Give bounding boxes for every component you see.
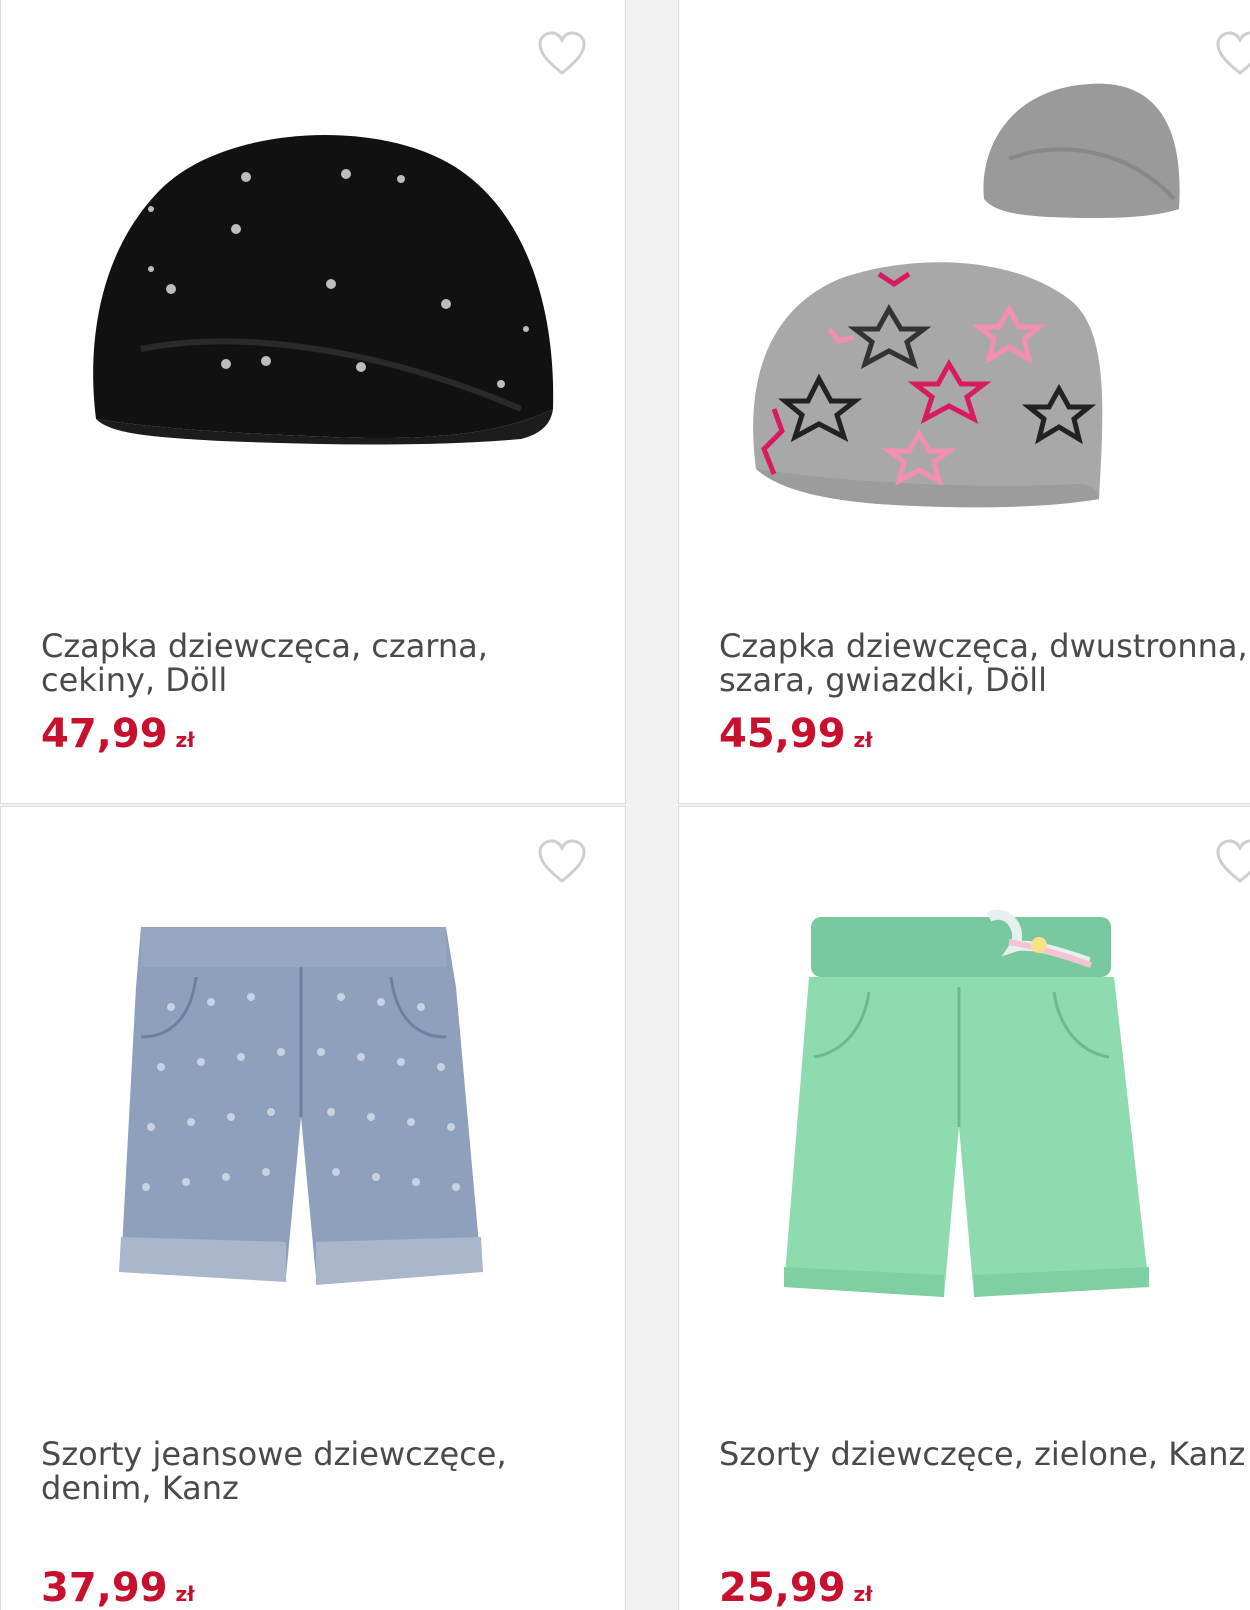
product-image[interactable]	[1, 887, 625, 1387]
price-currency: zł	[853, 728, 873, 752]
price-currency: zł	[853, 1582, 873, 1606]
product-image[interactable]	[679, 887, 1250, 1387]
product-image[interactable]	[679, 79, 1250, 579]
product-title[interactable]: Czapka dziewczęca, czarna, cekiny, Döll	[41, 629, 605, 697]
heart-icon[interactable]	[537, 839, 587, 885]
heart-icon[interactable]	[1215, 839, 1250, 885]
product-price: 45,99 zł	[719, 711, 873, 763]
product-image[interactable]	[1, 79, 625, 579]
product-card[interactable]: Czapka dziewczęca, dwustronna, szara, gw…	[678, 0, 1250, 804]
heart-icon[interactable]	[537, 31, 587, 77]
product-price: 37,99 zł	[41, 1565, 195, 1610]
heart-icon[interactable]	[1215, 31, 1250, 77]
product-title[interactable]: Szorty dziewczęce, zielone, Kanz	[719, 1437, 1250, 1471]
product-card[interactable]: Czapka dziewczęca, czarna, cekiny, Döll …	[0, 0, 626, 804]
price-value: 37,99	[41, 1565, 168, 1610]
product-price: 47,99 zł	[41, 711, 195, 763]
product-card[interactable]: Szorty jeansowe dziewczęce, denim, Kanz …	[0, 806, 626, 1610]
price-currency: zł	[175, 1582, 195, 1606]
product-grid: Czapka dziewczęca, czarna, cekiny, Döll …	[0, 0, 1250, 1610]
price-value: 45,99	[719, 711, 846, 757]
product-title[interactable]: Szorty jeansowe dziewczęce, denim, Kanz	[41, 1437, 605, 1505]
price-currency: zł	[175, 728, 195, 752]
price-value: 25,99	[719, 1565, 846, 1610]
product-card[interactable]: Szorty dziewczęce, zielone, Kanz 25,99 zł	[678, 806, 1250, 1610]
product-price: 25,99 zł	[719, 1565, 873, 1610]
price-value: 47,99	[41, 711, 168, 757]
product-title[interactable]: Czapka dziewczęca, dwustronna, szara, gw…	[719, 629, 1250, 697]
